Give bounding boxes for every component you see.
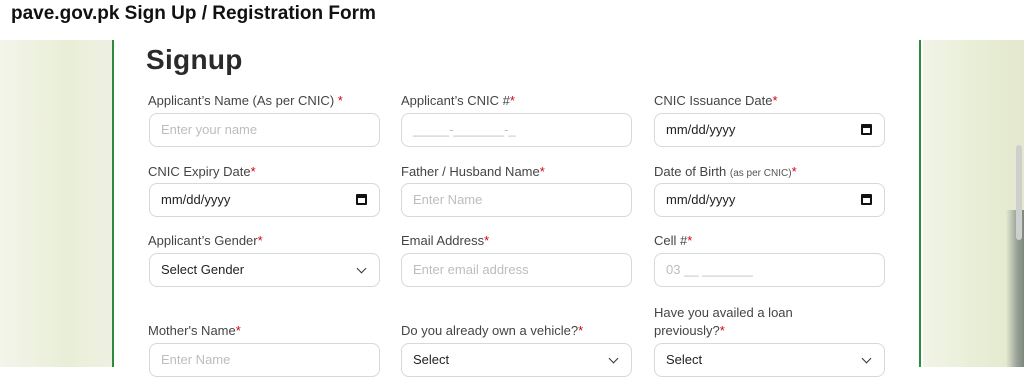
mother-name-input[interactable]: Enter Name	[149, 343, 380, 377]
email-address-label: Email Address*	[401, 233, 490, 248]
email-address-input[interactable]: Enter email address	[401, 253, 632, 287]
applicant-name-label: Applicant’s Name (As per CNIC) *	[148, 93, 343, 108]
date-of-birth-input[interactable]: mm/dd/yyyy	[654, 183, 885, 217]
own-vehicle-label: Do you already own a vehicle?*	[401, 323, 584, 338]
chevron-down-icon[interactable]	[356, 263, 367, 274]
applicant-cnic-label: Applicant’s CNIC #*	[401, 93, 515, 108]
applicant-gender-label: Applicant’s Gender*	[148, 233, 263, 248]
cnic-issuance-date-input[interactable]: mm/dd/yyyy	[654, 113, 885, 147]
chevron-down-icon[interactable]	[861, 353, 872, 364]
form-title: Signup	[146, 44, 243, 75]
date-of-birth-label: Date of Birth (as per CNIC)*	[654, 164, 797, 179]
cnic-expiry-date-label: CNIC Expiry Date*	[148, 164, 256, 179]
own-vehicle-select[interactable]: Select	[401, 343, 632, 377]
background-image-left	[0, 40, 112, 367]
calendar-icon[interactable]	[356, 194, 367, 205]
cnic-expiry-date-input[interactable]: mm/dd/yyyy	[149, 183, 380, 217]
applicant-gender-select[interactable]: Select Gender	[149, 253, 380, 287]
availed-loan-label-line1: Have you availed a loan	[654, 305, 793, 320]
applicant-cnic-input[interactable]: _____-_______-_	[401, 113, 632, 147]
father-husband-name-label: Father / Husband Name*	[401, 164, 545, 179]
page-heading: pave.gov.pk Sign Up / Registration Form	[11, 3, 376, 24]
availed-loan-select[interactable]: Select	[654, 343, 885, 377]
father-husband-name-input[interactable]: Enter Name	[401, 183, 632, 217]
scrollbar-thumb[interactable]	[1016, 145, 1022, 240]
calendar-icon[interactable]	[861, 124, 872, 135]
availed-loan-label-line2: previously?*	[654, 323, 725, 338]
calendar-icon[interactable]	[861, 194, 872, 205]
mother-name-label: Mother's Name*	[148, 323, 241, 338]
cell-label: Cell #*	[654, 233, 693, 248]
chevron-down-icon[interactable]	[608, 353, 619, 364]
cnic-issuance-date-label: CNIC Issuance Date*	[654, 93, 778, 108]
applicant-name-input[interactable]: Enter your name	[149, 113, 380, 147]
cell-input[interactable]: 03 __ _______	[654, 253, 885, 287]
background-image-right	[923, 40, 1024, 367]
